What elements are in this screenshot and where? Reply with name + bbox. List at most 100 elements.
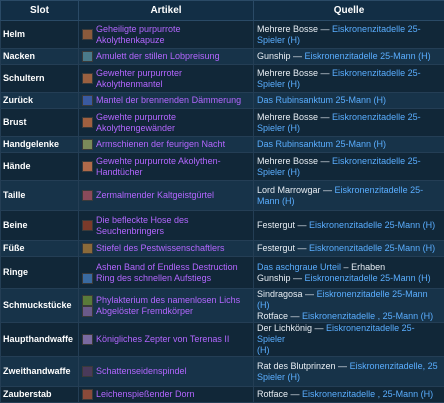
- item-cell: Die befleckte Hose des Seuchenbringers: [78, 210, 254, 241]
- item-entry: Schattenseidenspindel: [82, 366, 250, 377]
- trinket-icon: [82, 294, 93, 306]
- bracers-icon: [82, 139, 93, 150]
- item-entry: Die befleckte Hose des Seuchenbringers: [82, 215, 250, 237]
- source-separator: —: [302, 289, 317, 300]
- source-separator: —: [288, 311, 303, 321]
- table-row: Helm Geheiligte purpurrote Akolythenkapuze…: [0, 20, 444, 49]
- slot-cell: Haupthandwaffe: [0, 322, 79, 357]
- helm-icon: [82, 29, 93, 40]
- header-item: Artikel: [78, 0, 254, 21]
- item-link[interactable]: Stiefel des Pestwissenschaftlers: [96, 243, 225, 254]
- item-cell: Gewehte purpurrote Akolythengewänder: [78, 108, 254, 137]
- table-header: Slot Artikel Quelle: [0, 0, 444, 21]
- slot-cell: Nacken: [0, 48, 79, 65]
- item-entry: Gewehter purpurroter Akolythenmantel: [82, 68, 250, 90]
- source-cell: Mehrere Bosse — Eiskronenzitadelle 25- Sp…: [253, 152, 444, 181]
- source-cell: Festergut — Eiskronenzitadelle 25-Mann (…: [253, 240, 444, 257]
- boots-icon: [82, 243, 93, 254]
- source-boss: Mehrere Bosse: [257, 67, 319, 78]
- source-location-link[interactable]: Eiskronenzitadelle 25-Mann (H): [309, 220, 435, 230]
- source-boss: Sindragosa: [257, 289, 303, 300]
- item-link[interactable]: Mantel der brennenden Dämmerung: [96, 95, 241, 106]
- source-location-link[interactable]: Eiskronenzitadelle 25-Mann (H): [305, 273, 431, 283]
- slot-cell: Zurück: [0, 92, 79, 109]
- slot-cell: Schmuckstücke: [0, 288, 79, 323]
- item-entry: Phylakterium des namenlosen Lichs: [82, 294, 250, 306]
- item-cell: Mantel der brennenden Dämmerung: [78, 92, 254, 109]
- item-link[interactable]: Abgelöster Fremdkörper: [96, 306, 193, 317]
- source-cell: Rotface — Eiskronenzitadelle , 25-Mann (…: [253, 386, 444, 403]
- belt-icon: [82, 190, 93, 201]
- item-link[interactable]: Phylakterium des namenlosen Lichs: [96, 295, 240, 306]
- source-location-link[interactable]: Eiskronenzitadelle 25-Mann (H): [309, 243, 435, 253]
- slot-cell: Schultern: [0, 64, 79, 93]
- header-slot: Slot: [0, 0, 79, 21]
- wand-icon: [82, 389, 93, 400]
- table-row: Nacken Amulett der stillen Lobpreisung Gun…: [0, 48, 444, 65]
- item-entry: Ashen Band of Endless Destruction: [82, 262, 250, 273]
- item-link[interactable]: Gewehter purpurroter Akolythenmantel: [96, 68, 182, 90]
- source-cell: Lord Marrowgar — Eiskronenzitadelle 25- M…: [253, 180, 444, 211]
- item-cell: Armschienen der feurigen Nacht: [78, 136, 254, 153]
- item-link[interactable]: Königliches Zepter von Terenas II: [96, 334, 229, 345]
- source-separator: —: [290, 272, 305, 283]
- item-link[interactable]: Geheiligte purpurrote Akolythenkapuze: [96, 24, 181, 46]
- source-separator: —: [320, 184, 335, 195]
- source-separator: –: [341, 261, 352, 272]
- table-row: Hände Gewehte purpurrote Akolythen- Handtü…: [0, 152, 444, 181]
- table-row: Zurück Mantel der brennenden Dämmerung Das…: [0, 92, 444, 109]
- slot-cell: Hände: [0, 152, 79, 181]
- item-entry: Gewehte purpurrote Akolythengewänder: [82, 112, 250, 134]
- source-boss: Rat des Blutprinzen: [257, 360, 336, 371]
- table-row: Taille Zermalmender Kaltgeistgürtel Lord M…: [0, 180, 444, 211]
- source-cell: Sindragosa — Eiskronenzitadelle 25-Mann …: [253, 288, 444, 323]
- source-boss: Gunship: [257, 51, 291, 61]
- source-separator: —: [290, 51, 305, 61]
- item-cell: Gewehte purpurrote Akolythen- Handtücher: [78, 152, 254, 181]
- source-separator: —: [295, 243, 310, 253]
- item-entry: Stiefel des Pestwissenschaftlers: [82, 243, 250, 254]
- item-cell: Stiefel des Pestwissenschaftlers: [78, 240, 254, 257]
- item-link[interactable]: Die befleckte Hose des Seuchenbringers: [96, 215, 189, 237]
- item-link[interactable]: Gewehte purpurrote Akolythengewänder: [96, 112, 176, 134]
- source-cell: Das aschgraue Urteil – Erhaben Gunship — …: [253, 256, 444, 289]
- source-boss: Lord Marrowgar: [257, 184, 321, 195]
- item-link[interactable]: Ashen Band of Endless Destruction: [96, 262, 238, 273]
- slot-cell: Beine: [0, 210, 79, 241]
- item-cell: Phylakterium des namenlosen Lichs Abgelös…: [78, 288, 254, 323]
- amulet-icon: [82, 51, 93, 62]
- item-link[interactable]: Amulett der stillen Lobpreisung: [96, 51, 220, 62]
- source-location-link[interactable]: Eiskronenzitadelle , 25-Mann (H): [302, 389, 433, 399]
- source-cell: Rat des Blutprinzen — Eiskronenzitadelle…: [253, 356, 444, 387]
- offhand-icon: [82, 366, 93, 377]
- table-row: Handgelenke Armschienen der feurigen Nach…: [0, 136, 444, 153]
- table-row: Schmuckstücke Phylakterium des namenlosen…: [0, 288, 444, 323]
- source-cell: Gunship — Eiskronenzitadelle 25-Mann (H): [253, 48, 444, 65]
- item-entry: Amulett der stillen Lobpreisung: [82, 51, 250, 62]
- pants-icon: [82, 220, 93, 231]
- source-cell: Das Rubinsanktum 25-Mann (H): [253, 92, 444, 109]
- source-location-link[interactable]: Eiskronenzitadelle , 25-Mann (H): [302, 311, 433, 321]
- item-link[interactable]: Schattenseidenspindel: [96, 366, 187, 377]
- source-location-link[interactable]: Das aschgraue Urteil: [257, 262, 341, 272]
- ring-icon: [82, 272, 93, 284]
- table-row: Zauberstab Leichenspießender Dorn Rotface …: [0, 386, 444, 403]
- item-link[interactable]: Ring des schnellen Aufstiegs: [96, 273, 211, 284]
- item-cell: Geheiligte purpurrote Akolythenkapuze: [78, 20, 254, 49]
- item-link[interactable]: Zermalmender Kaltgeistgürtel: [96, 190, 214, 201]
- shoulders-icon: [82, 73, 93, 84]
- item-cell: Zermalmender Kaltgeistgürtel: [78, 180, 254, 211]
- gloves-icon: [82, 161, 93, 172]
- item-entry: Ring des schnellen Aufstiegs: [82, 272, 250, 284]
- table-row: Zweithandwaffe Schattenseidenspindel Rat d…: [0, 356, 444, 387]
- source-location-link[interactable]: Das Rubinsanktum 25-Mann (H): [257, 95, 386, 105]
- trinket-icon: [82, 305, 93, 317]
- item-link[interactable]: Gewehte purpurrote Akolythen- Handtücher: [96, 156, 221, 178]
- item-link[interactable]: Armschienen der feurigen Nacht: [96, 139, 225, 150]
- slot-cell: Füße: [0, 240, 79, 257]
- source-separator: —: [335, 360, 350, 371]
- source-location-link[interactable]: Das Rubinsanktum 25-Mann (H): [257, 139, 386, 149]
- item-link[interactable]: Leichenspießender Dorn: [96, 389, 195, 400]
- item-entry: Armschienen der feurigen Nacht: [82, 139, 250, 150]
- source-location-link[interactable]: Eiskronenzitadelle 25-Mann (H): [305, 51, 431, 61]
